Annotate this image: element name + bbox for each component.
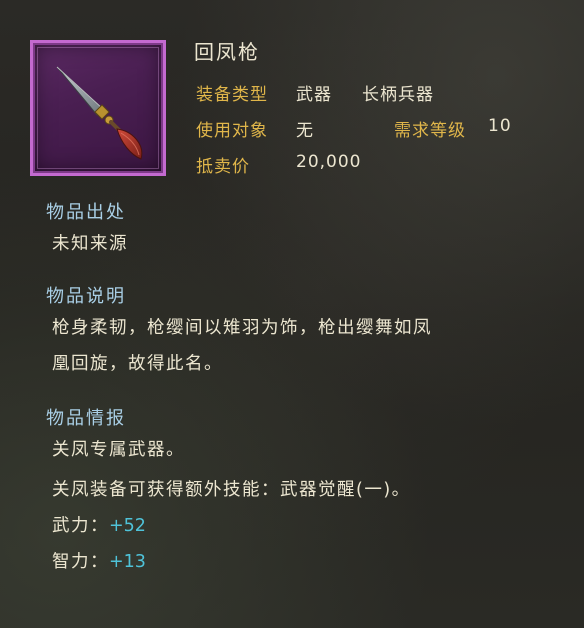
sell-price-label: 抵卖价 [196,157,250,177]
stat-intelligence-label: 智力： [52,552,109,572]
origin-title: 物品出处 [46,202,126,223]
user-label: 使用对象 [196,121,268,141]
description-line-2: 凰回旋，故得此名。 [52,354,223,374]
stat-strength-label: 武力： [52,516,109,536]
stat-strength: 武力：+52 [52,508,146,544]
stat-intelligence: 智力：+13 [52,544,146,580]
sell-price-value: 20,000 [296,152,362,172]
user-value: 无 [296,121,314,141]
info-line-2: 关凤装备可获得额外技能：武器觉醒(一)。 [52,480,411,500]
spear-icon [56,66,143,160]
equip-type-value: 武器 [296,85,332,105]
required-level-value: 10 [488,116,512,136]
stat-strength-value: +52 [109,516,146,536]
item-name: 回凤枪 [194,40,260,64]
info-title: 物品情报 [46,408,126,429]
description-line-1: 枪身柔韧，枪缨间以雉羽为饰，枪出缨舞如凤 [52,318,432,338]
origin-text: 未知来源 [52,234,128,254]
stat-intelligence-value: +13 [109,552,146,572]
info-line-1: 关凤专属武器。 [52,440,185,460]
item-icon-frame [30,40,166,176]
item-tooltip-panel: 回凤枪 装备类型 武器 长柄兵器 使用对象 无 需求等级 10 抵卖价 20,0… [0,0,584,628]
equip-type-label: 装备类型 [196,85,268,105]
equip-subtype-value: 长柄兵器 [362,85,434,105]
required-level-label: 需求等级 [394,121,466,141]
description-title: 物品说明 [46,286,126,307]
